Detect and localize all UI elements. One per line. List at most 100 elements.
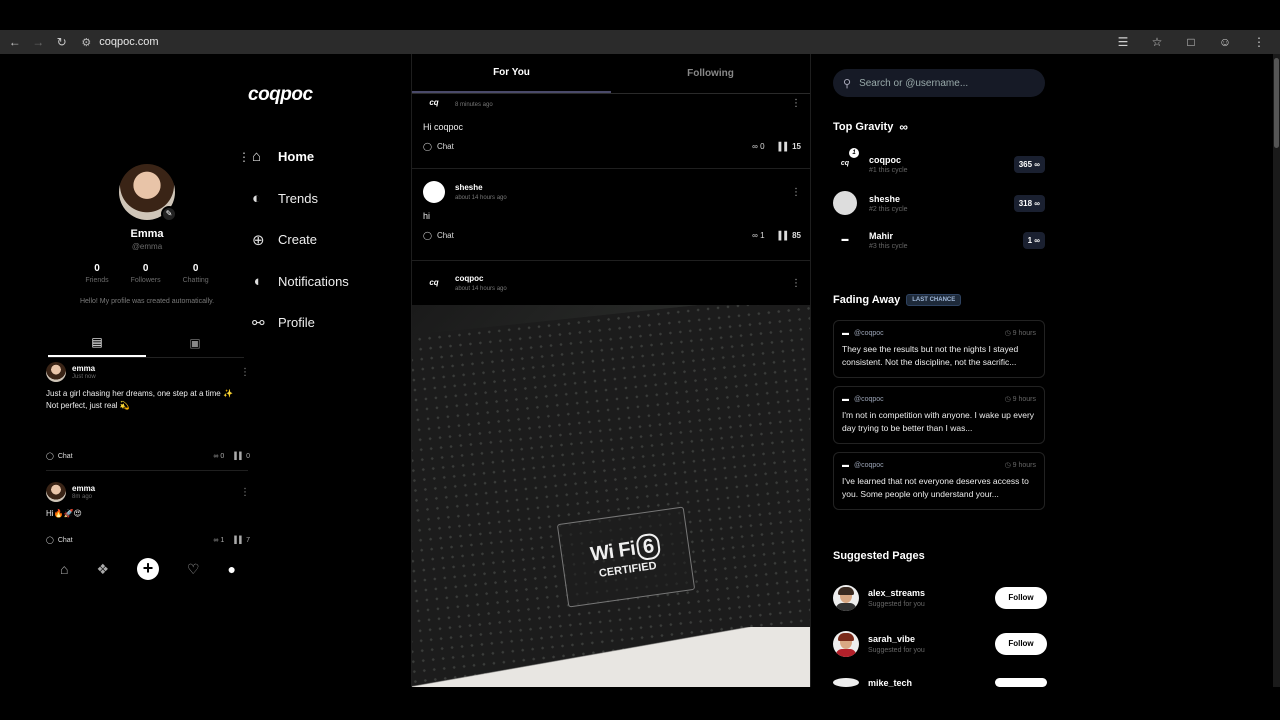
post-menu-icon[interactable]: ⋮: [240, 367, 250, 378]
nav-item-trends[interactable]: ◐ Trends: [238, 178, 349, 220]
compass-icon[interactable]: ❖: [96, 561, 109, 578]
create-icon: ⊕: [252, 231, 265, 249]
fading-card[interactable]: ▬ @coqpoc ◷ 9 hours I'm not in competiti…: [833, 386, 1045, 444]
home-icon[interactable]: ⌂: [60, 561, 68, 577]
account-icon[interactable]: ☺: [1210, 35, 1240, 49]
stat-friends[interactable]: 0 Friends: [85, 263, 108, 284]
nav-item-notifications[interactable]: ◖ Notifications: [238, 261, 349, 303]
nav-item-profile[interactable]: ⚯ Profile: [238, 302, 349, 344]
profile-icon: ⚯: [252, 314, 265, 332]
avatar: ▬: [833, 228, 857, 252]
avatar[interactable]: [46, 482, 66, 502]
feed: For You Following cq 8 minutes ago ⋮ Hi …: [411, 54, 811, 687]
clock-icon: ◷ 9 hours: [1004, 330, 1036, 337]
app-logo[interactable]: coqpoc: [248, 84, 313, 106]
heart-icon[interactable]: ♡: [187, 561, 200, 578]
infinity-count[interactable]: ∞ 0: [752, 142, 764, 151]
follow-button[interactable]: Follow: [995, 633, 1047, 655]
avatar[interactable]: [46, 362, 66, 382]
post-menu-icon[interactable]: ⋮: [791, 98, 801, 109]
nav-item-home[interactable]: ⋮ ⌂ Home: [238, 136, 349, 178]
avatar[interactable]: cq: [423, 272, 445, 294]
browser-toolbar: ← → ↻ ⚙ coqpoc.com ☰ ☆ □ ☺ ⋮: [0, 30, 1280, 54]
feed-post: sheshe about 14 hours ago ⋮ hi ◯ Chat ∞ …: [412, 181, 810, 240]
post-username[interactable]: coqpoc: [455, 274, 507, 283]
posts-tab-icon[interactable]: ▤: [48, 328, 146, 357]
post-image[interactable]: Wi Fi 6 CERTIFIED: [412, 305, 810, 687]
tab-for-you[interactable]: For You: [412, 54, 611, 93]
gravity-row[interactable]: sheshe #2 this cycle 318 ∞: [833, 191, 1045, 215]
tab-following[interactable]: Following: [611, 54, 810, 93]
reload-icon[interactable]: ↻: [50, 30, 73, 54]
home-icon: ⌂: [252, 148, 262, 166]
search-input[interactable]: ⚲ Search or @username...: [833, 69, 1045, 97]
more-menu-icon[interactable]: ⋮: [238, 150, 250, 164]
post-menu-icon[interactable]: ⋮: [791, 278, 801, 289]
stat-chatting[interactable]: 0 Chatting: [183, 263, 209, 284]
translate-icon[interactable]: ☰: [1108, 35, 1138, 49]
avatar: cq 1: [833, 148, 859, 176]
gravity-row[interactable]: cq 1 coqpoc #1 this cycle 365 ∞: [833, 148, 1045, 176]
fading-card[interactable]: ▬ @coqpoc ◷ 9 hours I've learned that no…: [833, 452, 1045, 510]
trends-icon: ◐: [252, 189, 262, 207]
fading-card[interactable]: ▬ @coqpoc ◷ 9 hours They see the results…: [833, 320, 1045, 378]
post-text: Hi🔥🚀😍: [46, 509, 82, 518]
forward-icon[interactable]: →: [26, 30, 49, 54]
extensions-icon[interactable]: □: [1176, 35, 1206, 49]
gravity-row[interactable]: ▬ Mahir #3 this cycle 1 ∞: [833, 228, 1045, 252]
back-icon[interactable]: ←: [3, 30, 26, 54]
stat-followers[interactable]: 0 Followers: [131, 263, 161, 284]
chat-bubble-icon: ◯: [46, 453, 54, 460]
avatar[interactable]: ✎: [119, 164, 177, 222]
profile-bio: Hello! My profile was created automatica…: [79, 298, 215, 305]
edit-avatar-icon[interactable]: ✎: [161, 206, 177, 222]
chat-button[interactable]: ◯ Chat: [46, 536, 73, 545]
gravity-score: 318 ∞: [1013, 194, 1045, 212]
suggested-pages-heading: Suggested Pages: [833, 550, 925, 562]
post-footer: ◯ Chat ∞ 0 ▌▌ 0: [46, 452, 250, 461]
chat-button[interactable]: ◯ Chat: [46, 452, 73, 461]
avatar[interactable]: cq: [423, 92, 445, 114]
browser-menu-icon[interactable]: ⋮: [1244, 35, 1274, 49]
post-username[interactable]: sheshe: [455, 183, 507, 192]
post-time: 8 minutes ago: [455, 101, 493, 108]
feed-tabs: For You Following: [412, 54, 810, 94]
avatar[interactable]: [833, 585, 859, 611]
clock-icon: ◷ 9 hours: [1004, 396, 1036, 403]
avatar[interactable]: [833, 678, 859, 687]
avatar[interactable]: [423, 181, 445, 203]
chat-button[interactable]: ◯ Chat: [423, 142, 454, 151]
post-username[interactable]: emma: [72, 364, 96, 373]
site-settings-icon[interactable]: ⚙: [81, 36, 91, 49]
bookmark-star-icon[interactable]: ☆: [1142, 35, 1172, 49]
post-menu-icon[interactable]: ⋮: [240, 487, 250, 498]
post-username[interactable]: emma: [72, 484, 95, 493]
feed-post: cq 8 minutes ago ⋮ Hi coqpoc ◯ Chat ∞ 0 …: [412, 92, 810, 151]
mobile-bottom-nav: ⌂ ❖ + ♡ ●: [46, 554, 250, 584]
infinity-count[interactable]: ∞ 1: [752, 231, 764, 240]
views-count: ▌▌ 15: [778, 142, 801, 151]
create-plus-icon[interactable]: +: [136, 558, 159, 580]
user-icon[interactable]: ●: [228, 561, 236, 577]
search-icon: ⚲: [843, 77, 852, 90]
infinity-count[interactable]: ∞ 1: [213, 537, 224, 544]
infinity-count[interactable]: ∞ 0: [213, 453, 224, 460]
avatar[interactable]: [833, 631, 859, 657]
page-scrollbar[interactable]: [1273, 54, 1280, 687]
chat-button[interactable]: ◯ Chat: [423, 231, 454, 240]
nav-item-create[interactable]: ⊕ Create: [238, 219, 349, 261]
bell-icon: ◖: [252, 272, 262, 290]
post-menu-icon[interactable]: ⋮: [791, 187, 801, 198]
post-time: about 14 hours ago: [455, 286, 507, 292]
scrollbar-thumb[interactable]: [1274, 58, 1279, 148]
list-item: emma 8m ago ⋮ Hi🔥🚀😍: [46, 482, 250, 520]
follow-button[interactable]: Follow: [995, 587, 1047, 609]
follow-button[interactable]: [995, 678, 1047, 687]
address-bar[interactable]: ⚙ coqpoc.com: [81, 31, 1108, 53]
gravity-score: 365 ∞: [1013, 155, 1045, 173]
window-bottom-strip: [0, 687, 1280, 720]
views-count: ▌▌ 0: [234, 452, 250, 460]
media-tab-icon[interactable]: ▣: [146, 328, 244, 357]
last-chance-badge: LAST CHANCE: [906, 294, 962, 306]
list-item: emma Just now ⋮ Just a girl chasing her …: [46, 362, 250, 412]
